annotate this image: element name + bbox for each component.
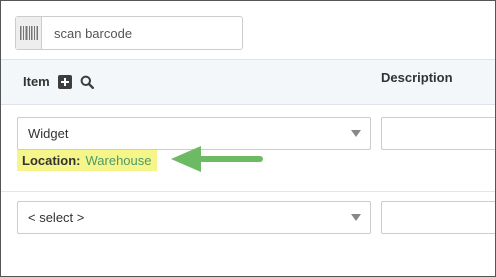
location-indicator: Location: Warehouse (17, 150, 157, 171)
description-input-row-2[interactable] (381, 201, 495, 234)
scan-barcode-input[interactable] (42, 17, 242, 49)
barcode-icon[interactable] (16, 17, 42, 49)
chevron-down-icon (351, 214, 361, 221)
location-label: Location: (22, 153, 81, 168)
item-column-header: Item (23, 74, 94, 89)
app-frame: Item Description Widget Location: W (0, 0, 496, 277)
item-header-label: Item (23, 74, 50, 89)
item-select-placeholder: < select > (28, 210, 85, 225)
item-select-value: Widget (28, 126, 69, 141)
location-value: Warehouse (85, 153, 152, 168)
chevron-down-icon (351, 130, 361, 137)
plus-square-icon[interactable] (57, 74, 72, 89)
row-divider (1, 191, 495, 192)
description-column-header: Description (381, 70, 453, 85)
scan-barcode-group (15, 16, 243, 50)
green-arrow-icon (171, 146, 263, 172)
search-icon[interactable] (80, 75, 94, 89)
description-input-row-1[interactable] (381, 117, 495, 150)
table-header: Item Description (1, 59, 495, 105)
item-select-row-2[interactable]: < select > (17, 201, 371, 234)
